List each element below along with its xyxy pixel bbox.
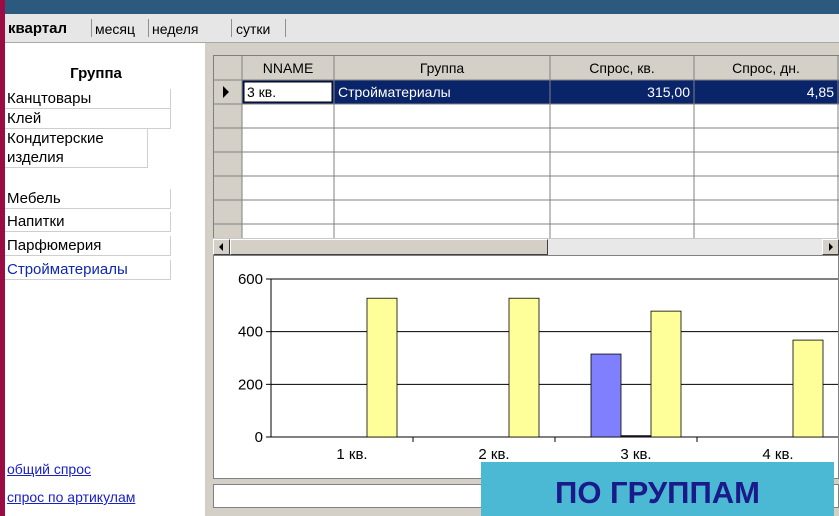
bar-3-series-2[interactable] — [620, 435, 652, 438]
y-tick-label: 200 — [238, 376, 263, 393]
col-header-nname[interactable]: NNAME — [263, 60, 314, 76]
scroll-right-button[interactable] — [822, 239, 839, 255]
col-header-demand-day[interactable]: Спрос, дн. — [732, 60, 800, 76]
demand-chart: 0 200 400 600 1 кв. 2 кв. 3 кв. 4 кв. — [213, 255, 839, 479]
y-tick-label: 600 — [238, 271, 263, 288]
cell-demand-quarter[interactable]: 315,00 — [647, 84, 690, 100]
sidebar-item-building-materials[interactable]: Стройматериалы — [5, 260, 171, 280]
y-tick-label: 400 — [238, 324, 263, 341]
scroll-left-icon — [219, 243, 223, 251]
caption-badge: ПО ГРУППАМ — [481, 462, 834, 516]
bar-3-series-3[interactable] — [650, 310, 682, 438]
x-tick-label: 2 кв. — [478, 446, 509, 463]
grid-svg: NNAME Группа Спрос, кв. Спрос, дн. 3 кв.… — [214, 56, 839, 239]
tab-separator — [91, 19, 92, 37]
tab-separator — [285, 19, 286, 37]
row-indicator-column — [214, 56, 242, 239]
y-tick-label: 0 — [255, 429, 263, 446]
cell-nname[interactable]: 3 кв. — [247, 84, 276, 100]
sidebar-item-stationery[interactable]: Канцтовары — [5, 89, 171, 109]
cell-group[interactable]: Стройматериалы — [338, 84, 451, 100]
title-band — [5, 0, 839, 14]
bar-3-series-1[interactable] — [590, 353, 622, 438]
tab-month[interactable]: месяц — [95, 21, 135, 37]
sidebar-item-drinks[interactable]: Напитки — [5, 212, 171, 232]
sidebar-item-glue[interactable]: Клей — [5, 109, 171, 129]
col-header-demand-quarter[interactable]: Спрос, кв. — [589, 60, 655, 76]
main-window: квартал месяц неделя сутки Группа Канцто… — [5, 0, 839, 516]
general-demand-link[interactable]: общий спрос — [7, 461, 91, 477]
tab-week[interactable]: неделя — [152, 21, 198, 37]
bar-4-series-3[interactable] — [792, 339, 824, 438]
bar-1-series-3[interactable] — [366, 297, 398, 438]
sidebar-item-furniture[interactable]: Мебель — [5, 189, 171, 209]
data-grid: NNAME Группа Спрос, кв. Спрос, дн. 3 кв.… — [213, 55, 839, 239]
sidebar-title: Группа — [70, 65, 122, 82]
chart-svg: 0 200 400 600 1 кв. 2 кв. 3 кв. 4 кв. — [238, 271, 838, 463]
x-tick-label: 4 кв. — [762, 446, 793, 463]
horizontal-scrollbar[interactable] — [213, 238, 839, 256]
scroll-thumb[interactable] — [230, 239, 548, 255]
x-tick-label: 1 кв. — [336, 446, 367, 463]
group-sidebar: Группа Канцтовары Клей Кондитерские изде… — [5, 43, 205, 516]
sidebar-item-confectionery[interactable]: Кондитерские изделия — [5, 129, 148, 168]
scroll-right-icon — [829, 243, 833, 251]
col-header-group[interactable]: Группа — [420, 60, 465, 76]
tab-separator — [231, 19, 232, 37]
tab-quarter[interactable]: квартал — [8, 20, 67, 37]
scroll-left-button[interactable] — [213, 239, 230, 255]
sidebar-item-perfumery[interactable]: Парфюмерия — [5, 236, 171, 256]
tab-day[interactable]: сутки — [236, 21, 270, 37]
cell-demand-day[interactable]: 4,85 — [807, 84, 834, 100]
bar-2-series-3[interactable] — [508, 297, 540, 438]
x-tick-label: 3 кв. — [620, 446, 651, 463]
period-tabs: квартал месяц неделя сутки — [5, 14, 839, 43]
demand-by-article-link[interactable]: спрос по артикулам — [7, 489, 135, 505]
tab-separator — [148, 19, 149, 37]
